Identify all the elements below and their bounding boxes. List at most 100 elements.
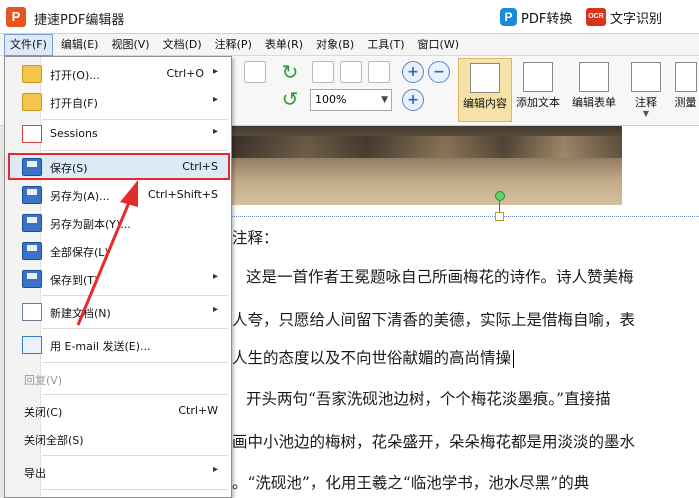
text-line-4[interactable]: 人生的态度以及不向世俗献媚的高尚情操 bbox=[232, 346, 515, 368]
submenu-arrow-icon: ▸ bbox=[212, 94, 218, 105]
text-line-7[interactable]: 。“洗砚池”，化用王羲之“临池学书，池水尽黑”的典 bbox=[232, 471, 589, 493]
edit-form-icon bbox=[579, 62, 609, 92]
save-to-icon bbox=[22, 270, 42, 288]
menu-item-close-all[interactable]: 关闭全部(S) bbox=[6, 426, 230, 452]
menu-item-label: 打开自(F) bbox=[50, 97, 98, 110]
text-line-5[interactable]: 开头两句“吾家洗砚池边树，个个梅花淡墨痕。”直接描 bbox=[246, 387, 611, 409]
pdf-convert-label: PDF转换 bbox=[521, 11, 573, 27]
edit-form-label: 编辑表单 bbox=[572, 96, 616, 109]
menu-item-label: 用 E-mail 发送(E)... bbox=[50, 340, 151, 353]
rotate-handle[interactable] bbox=[495, 191, 505, 201]
annotate-button[interactable]: 注释 ▼ bbox=[624, 58, 668, 122]
menu-item-shortcut: Ctrl+O bbox=[166, 67, 204, 80]
menu-item-label: 保存到(T) bbox=[50, 274, 99, 287]
file-menu: 打开(O)... Ctrl+O ▸ 打开自(F) ▸ Sessions ▸ 保存… bbox=[4, 56, 232, 498]
page-image-detail bbox=[229, 136, 622, 158]
actual-size-icon[interactable] bbox=[312, 61, 334, 83]
edit-form-button[interactable]: 编辑表单 bbox=[568, 58, 620, 122]
menu-item-shortcut: Ctrl+Shift+S bbox=[148, 188, 218, 201]
menu-item-save-all[interactable]: 全部保存(L) bbox=[6, 238, 230, 264]
menu-item-revert: 回复(V) bbox=[6, 366, 230, 392]
menu-file[interactable]: 文件(F) bbox=[4, 34, 53, 56]
save-highlight-box bbox=[8, 153, 230, 180]
rotate-ccw-icon[interactable]: ↺ bbox=[279, 88, 301, 110]
add-text-icon bbox=[523, 62, 553, 92]
text-line-1[interactable]: 注释： bbox=[232, 226, 279, 248]
fit-width-icon[interactable] bbox=[368, 61, 390, 83]
menu-edit[interactable]: 编辑(E) bbox=[56, 34, 104, 56]
save-all-icon bbox=[22, 242, 42, 260]
menu-item-label: 关闭(C) bbox=[24, 406, 63, 419]
menu-item-new-document[interactable]: 新建文档(N) ▸ bbox=[6, 299, 230, 325]
folder-network-icon bbox=[22, 93, 42, 111]
title-bar: P 捷速PDF编辑器 P PDF转换 OCR 文字识别 bbox=[0, 0, 699, 34]
resize-handle[interactable] bbox=[495, 212, 504, 221]
measure-button[interactable]: 测量 bbox=[672, 58, 699, 122]
menu-item-label: 关闭全部(S) bbox=[24, 434, 84, 447]
app-logo-icon: P bbox=[6, 7, 26, 27]
menu-separator bbox=[42, 328, 228, 329]
zoom-out-icon[interactable]: − bbox=[428, 61, 450, 83]
text-line-4-content: 人生的态度以及不向世俗献媚的高尚情操 bbox=[232, 349, 512, 367]
menu-item-label: 全部保存(L) bbox=[50, 246, 109, 259]
menu-item-save-as[interactable]: 另存为(A)... Ctrl+Shift+S bbox=[6, 182, 230, 208]
submenu-arrow-icon: ▸ bbox=[212, 304, 218, 315]
add-text-button[interactable]: 添加文本 bbox=[512, 58, 564, 122]
fit-page-icon[interactable] bbox=[340, 61, 362, 83]
menu-separator bbox=[42, 362, 228, 363]
folder-open-icon bbox=[22, 65, 42, 83]
annotate-label: 注释 bbox=[635, 96, 657, 109]
text-line-3[interactable]: 人夸，只愿给人间留下清香的美德，实际上是借梅自喻，表 bbox=[232, 308, 635, 330]
submenu-arrow-icon: ▸ bbox=[212, 66, 218, 77]
annotate-icon bbox=[631, 62, 661, 92]
save-copy-icon bbox=[22, 214, 42, 232]
text-cursor bbox=[513, 350, 515, 368]
new-document-icon bbox=[22, 303, 42, 321]
pdf-convert-button[interactable]: P PDF转换 bbox=[500, 7, 572, 27]
menu-item-label: 导出 bbox=[24, 467, 46, 480]
add-text-label: 添加文本 bbox=[516, 96, 560, 109]
menu-item-open[interactable]: 打开(O)... Ctrl+O ▸ bbox=[6, 61, 230, 87]
text-line-6[interactable]: 画中小池边的梅树，花朵盛开，朵朵梅花都是用淡淡的墨水 bbox=[232, 430, 635, 452]
edit-content-icon bbox=[470, 63, 500, 93]
pdf-convert-icon: P bbox=[500, 8, 517, 26]
menu-item-open-from[interactable]: 打开自(F) ▸ bbox=[6, 89, 230, 115]
menu-comment[interactable]: 注释(P) bbox=[210, 34, 257, 56]
menu-separator bbox=[42, 119, 228, 120]
zoom-value: 100% bbox=[315, 93, 347, 106]
rotate-cw-icon[interactable]: ↻ bbox=[279, 61, 301, 83]
menu-document[interactable]: 文档(D) bbox=[158, 34, 207, 56]
zoom-in-icon[interactable]: + bbox=[402, 61, 424, 83]
ocr-button[interactable]: OCR 文字识别 bbox=[586, 7, 662, 27]
menu-item-sessions[interactable]: Sessions ▸ bbox=[6, 121, 230, 147]
menu-item-label: 回复(V) bbox=[24, 374, 63, 387]
menu-item-shortcut: Ctrl+W bbox=[178, 404, 218, 417]
menu-item-label: 另存为(A)... bbox=[50, 190, 110, 203]
text-line-2[interactable]: 这是一首作者王冕题咏自己所画梅花的诗作。诗人赞美梅 bbox=[246, 265, 634, 287]
zoom-select[interactable]: 100% ▼ bbox=[310, 89, 392, 111]
menu-view[interactable]: 视图(V) bbox=[106, 34, 154, 56]
menu-form[interactable]: 表单(R) bbox=[260, 34, 308, 56]
chevron-down-icon: ▼ bbox=[381, 95, 388, 105]
select-tool-icon[interactable] bbox=[244, 61, 266, 83]
menu-separator bbox=[42, 455, 228, 456]
menu-item-save-to[interactable]: 保存到(T) ▸ bbox=[6, 266, 230, 292]
menu-item-save-copy[interactable]: 另存为副本(Y)... bbox=[6, 210, 230, 236]
menu-object[interactable]: 对象(B) bbox=[311, 34, 359, 56]
menu-item-close[interactable]: 关闭(C) Ctrl+W bbox=[6, 398, 230, 424]
menu-tools[interactable]: 工具(T) bbox=[362, 34, 409, 56]
menu-window[interactable]: 窗口(W) bbox=[413, 34, 464, 56]
menu-bar: 文件(F) 编辑(E) 视图(V) 文档(D) 注释(P) 表单(R) 对象(B… bbox=[0, 34, 699, 56]
edit-content-button[interactable]: 编辑内容 bbox=[458, 58, 512, 122]
app-title: 捷速PDF编辑器 bbox=[34, 13, 125, 28]
sessions-icon bbox=[22, 125, 42, 143]
submenu-arrow-icon: ▸ bbox=[212, 464, 218, 475]
zoom-plus-icon[interactable]: + bbox=[402, 89, 424, 111]
menu-item-send-email[interactable]: 用 E-mail 发送(E)... bbox=[6, 332, 230, 358]
submenu-arrow-icon: ▸ bbox=[212, 271, 218, 282]
menu-item-export[interactable]: 导出 ▸ bbox=[6, 459, 230, 485]
measure-label: 测量 bbox=[674, 96, 697, 109]
menu-separator bbox=[42, 489, 228, 490]
measure-icon bbox=[674, 62, 697, 92]
menu-item-label: 另存为副本(Y)... bbox=[50, 218, 131, 231]
